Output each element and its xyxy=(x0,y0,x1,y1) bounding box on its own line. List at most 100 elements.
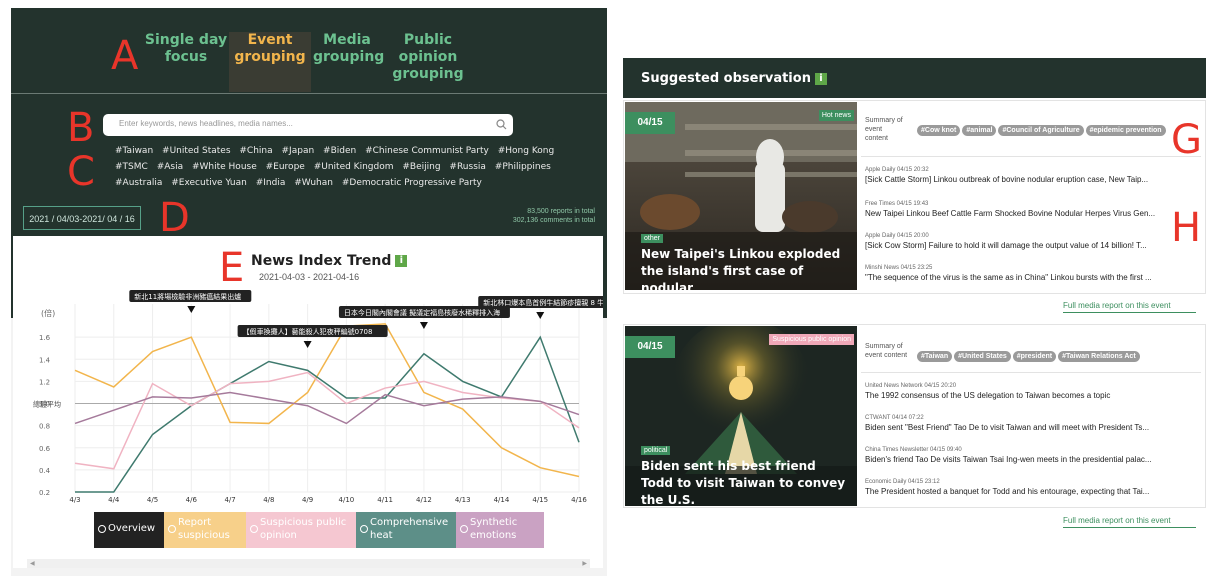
chip[interactable]: #Cow knot xyxy=(917,125,961,136)
tab-media-grouping[interactable]: Media grouping xyxy=(313,32,384,92)
news-item[interactable]: Apple Daily 04/15 20:00 [Sick Cow Storm]… xyxy=(865,232,1195,251)
x-tick-label: 4/4 xyxy=(108,496,120,504)
chip[interactable]: #animal xyxy=(962,125,997,136)
tag-hong-kong[interactable]: #Hong Kong xyxy=(498,146,554,156)
tag-beijing[interactable]: #Beijing xyxy=(402,162,440,172)
date-badge: 04/15 xyxy=(625,112,675,134)
tag-row: #TSMC #Asia #White House #Europe #United… xyxy=(115,162,557,172)
annotation-letter-d: D xyxy=(159,195,190,241)
legend-synthetic-emotions[interactable]: Synthetic emotions xyxy=(456,512,544,548)
chip[interactable]: #Taiwan Relations Act xyxy=(1058,351,1140,362)
search-input[interactable]: Enter keywords, news headlines, media na… xyxy=(103,114,513,136)
news-title[interactable]: The 1992 consensus of the US delegation … xyxy=(865,390,1193,401)
news-item[interactable]: Economic Daily 04/15 23:12 The President… xyxy=(865,478,1195,497)
tag-ccp[interactable]: #Chinese Communist Party xyxy=(365,146,489,156)
legend-label: Overview xyxy=(108,523,156,534)
news-title[interactable]: [Sick Cattle Storm] Linkou outbreak of b… xyxy=(865,174,1193,185)
x-tick-label: 4/16 xyxy=(571,496,587,504)
tag-biden[interactable]: #Biden xyxy=(323,146,356,156)
full-media-report-link[interactable]: Full media report on this event xyxy=(1063,516,1196,528)
divider xyxy=(861,156,1201,157)
search-icon[interactable] xyxy=(495,118,508,131)
full-media-report-link[interactable]: Full media report on this event xyxy=(1063,301,1196,313)
tag-wuhan[interactable]: #Wuhan xyxy=(294,178,333,188)
legend-label: Report suspicious xyxy=(178,517,230,541)
y-tick-label: 1.2 xyxy=(39,378,50,386)
tag-asia[interactable]: #Asia xyxy=(157,162,183,172)
tag-china[interactable]: #China xyxy=(239,146,272,156)
scroll-left-icon[interactable]: ◀ xyxy=(30,560,35,567)
x-tick-label: 4/3 xyxy=(69,496,80,504)
tag-executive-yuan[interactable]: #Executive Yuan xyxy=(171,178,247,188)
tag-taiwan[interactable]: #Taiwan xyxy=(115,146,153,156)
summary-label-line: Summary of xyxy=(865,117,903,124)
news-source: Minshi News 04/15 23:25 xyxy=(865,265,933,271)
news-item[interactable]: United News Network 04/15 20:20 The 1992… xyxy=(865,382,1195,401)
news-source: Economic Daily 04/15 23:12 xyxy=(865,479,940,485)
chip[interactable]: #Council of Agriculture xyxy=(998,125,1084,136)
legend-comprehensive-heat[interactable]: Comprehensive heat xyxy=(356,512,456,548)
keyword-chips: #Taiwan #United States #president #Taiwan R… xyxy=(917,345,1142,363)
tag-tsmc[interactable]: #TSMC xyxy=(115,162,148,172)
tag-india[interactable]: #India xyxy=(256,178,286,188)
news-title[interactable]: Biden sent "Best Friend" Tao De to visit… xyxy=(865,422,1193,433)
suspicious-opinion-tag: Suspicious public opinion xyxy=(769,334,854,345)
chip[interactable]: #epidemic prevention xyxy=(1085,125,1166,136)
news-title[interactable]: New Taipei Linkou Beef Cattle Farm Shock… xyxy=(865,208,1193,219)
panel-title: Suggested observation i xyxy=(641,71,827,86)
tag-dpp[interactable]: #Democratic Progressive Party xyxy=(342,178,482,188)
event-headline[interactable]: New Taipei's Linkou exploded the island'… xyxy=(641,246,851,290)
event-headline[interactable]: Biden sent his best friend Todd to visit… xyxy=(641,458,851,506)
suggested-observation-panel: Suggested observation i G H 04/15 Hot new… xyxy=(613,58,1206,538)
tab-public-opinion-grouping[interactable]: Public opinion grouping xyxy=(387,32,469,92)
tab-single-day-focus[interactable]: Single day focus xyxy=(141,32,231,92)
event-image[interactable]: 04/15 Hot news other New Taipei's Linkou… xyxy=(625,102,857,290)
tag-philippines[interactable]: #Philippines xyxy=(495,162,551,172)
tab-label: opinion xyxy=(398,49,458,65)
y-tick-label: 1.6 xyxy=(39,334,51,342)
chart-title-text: News Index Trend xyxy=(251,253,392,269)
news-item[interactable]: Apple Daily 04/15 20:32 [Sick Cattle Sto… xyxy=(865,166,1195,185)
news-title[interactable]: Biden's friend Tao De visits Taiwan Tsai… xyxy=(865,454,1193,465)
legend-report-suspicious[interactable]: Report suspicious xyxy=(164,512,246,548)
summary-label-line: Summary of xyxy=(865,343,903,350)
news-title[interactable]: "The sequence of the virus is the same a… xyxy=(865,272,1193,283)
legend-label: Suspicious public opinion xyxy=(260,517,347,541)
info-icon[interactable]: i xyxy=(814,72,827,85)
x-tick-label: 4/14 xyxy=(494,496,510,504)
tag-australia[interactable]: #Australia xyxy=(115,178,162,188)
tag-europe[interactable]: #Europe xyxy=(266,162,305,172)
news-title[interactable]: The President hosted a banquet for Todd … xyxy=(865,486,1193,497)
report-stats: 83,500 reports in total 302,136 comments… xyxy=(513,207,595,225)
tab-label: grouping xyxy=(234,49,306,65)
scroll-right-icon[interactable]: ▶ xyxy=(582,560,587,567)
chip[interactable]: #Taiwan xyxy=(917,351,953,362)
info-icon[interactable]: i xyxy=(395,255,408,267)
legend-overview[interactable]: Overview xyxy=(94,512,164,548)
tab-label: Event xyxy=(247,32,293,48)
news-item[interactable]: Minshi News 04/15 23:25 "The sequence of… xyxy=(865,264,1195,283)
news-item[interactable]: CTWANT 04/14 07:22 Biden sent "Best Frie… xyxy=(865,414,1195,433)
annotation-marker-icon xyxy=(419,322,428,329)
horizontal-scrollbar[interactable]: ◀ ▶ xyxy=(27,559,590,568)
panel-header: Suggested observation i xyxy=(623,58,1206,98)
chart-title: News Index Trend i xyxy=(251,253,408,269)
tab-event-grouping[interactable]: Event grouping xyxy=(229,32,311,92)
tag-row: #Australia #Executive Yuan #India #Wuhan… xyxy=(115,178,488,188)
news-item[interactable]: China Times Newsletter 04/15 09:40 Biden… xyxy=(865,446,1195,465)
chip[interactable]: #United States xyxy=(954,351,1011,362)
legend-suspicious-public-opinion[interactable]: Suspicious public opinion xyxy=(246,512,356,548)
y-axis-label: (倍) xyxy=(41,308,55,318)
news-title[interactable]: [Sick Cow Storm] Failure to hold it will… xyxy=(865,240,1193,251)
news-item[interactable]: Free Times 04/15 19:43 New Taipei Linkou… xyxy=(865,200,1195,219)
tag-united-states[interactable]: #United States xyxy=(162,146,230,156)
tag-russia[interactable]: #Russia xyxy=(449,162,486,172)
tag-united-kingdom[interactable]: #United Kingdom xyxy=(314,162,394,172)
tag-white-house[interactable]: #White House xyxy=(192,162,257,172)
annotation-marker-icon xyxy=(303,341,312,348)
event-image[interactable]: 04/15 Suspicious public opinion politica… xyxy=(625,326,857,506)
chip[interactable]: #president xyxy=(1012,351,1057,362)
tag-japan[interactable]: #Japan xyxy=(282,146,315,156)
y-tick-label: 0.2 xyxy=(39,489,50,497)
date-range-picker[interactable]: 2021 / 04/03-2021/ 04 / 16 xyxy=(23,206,141,230)
